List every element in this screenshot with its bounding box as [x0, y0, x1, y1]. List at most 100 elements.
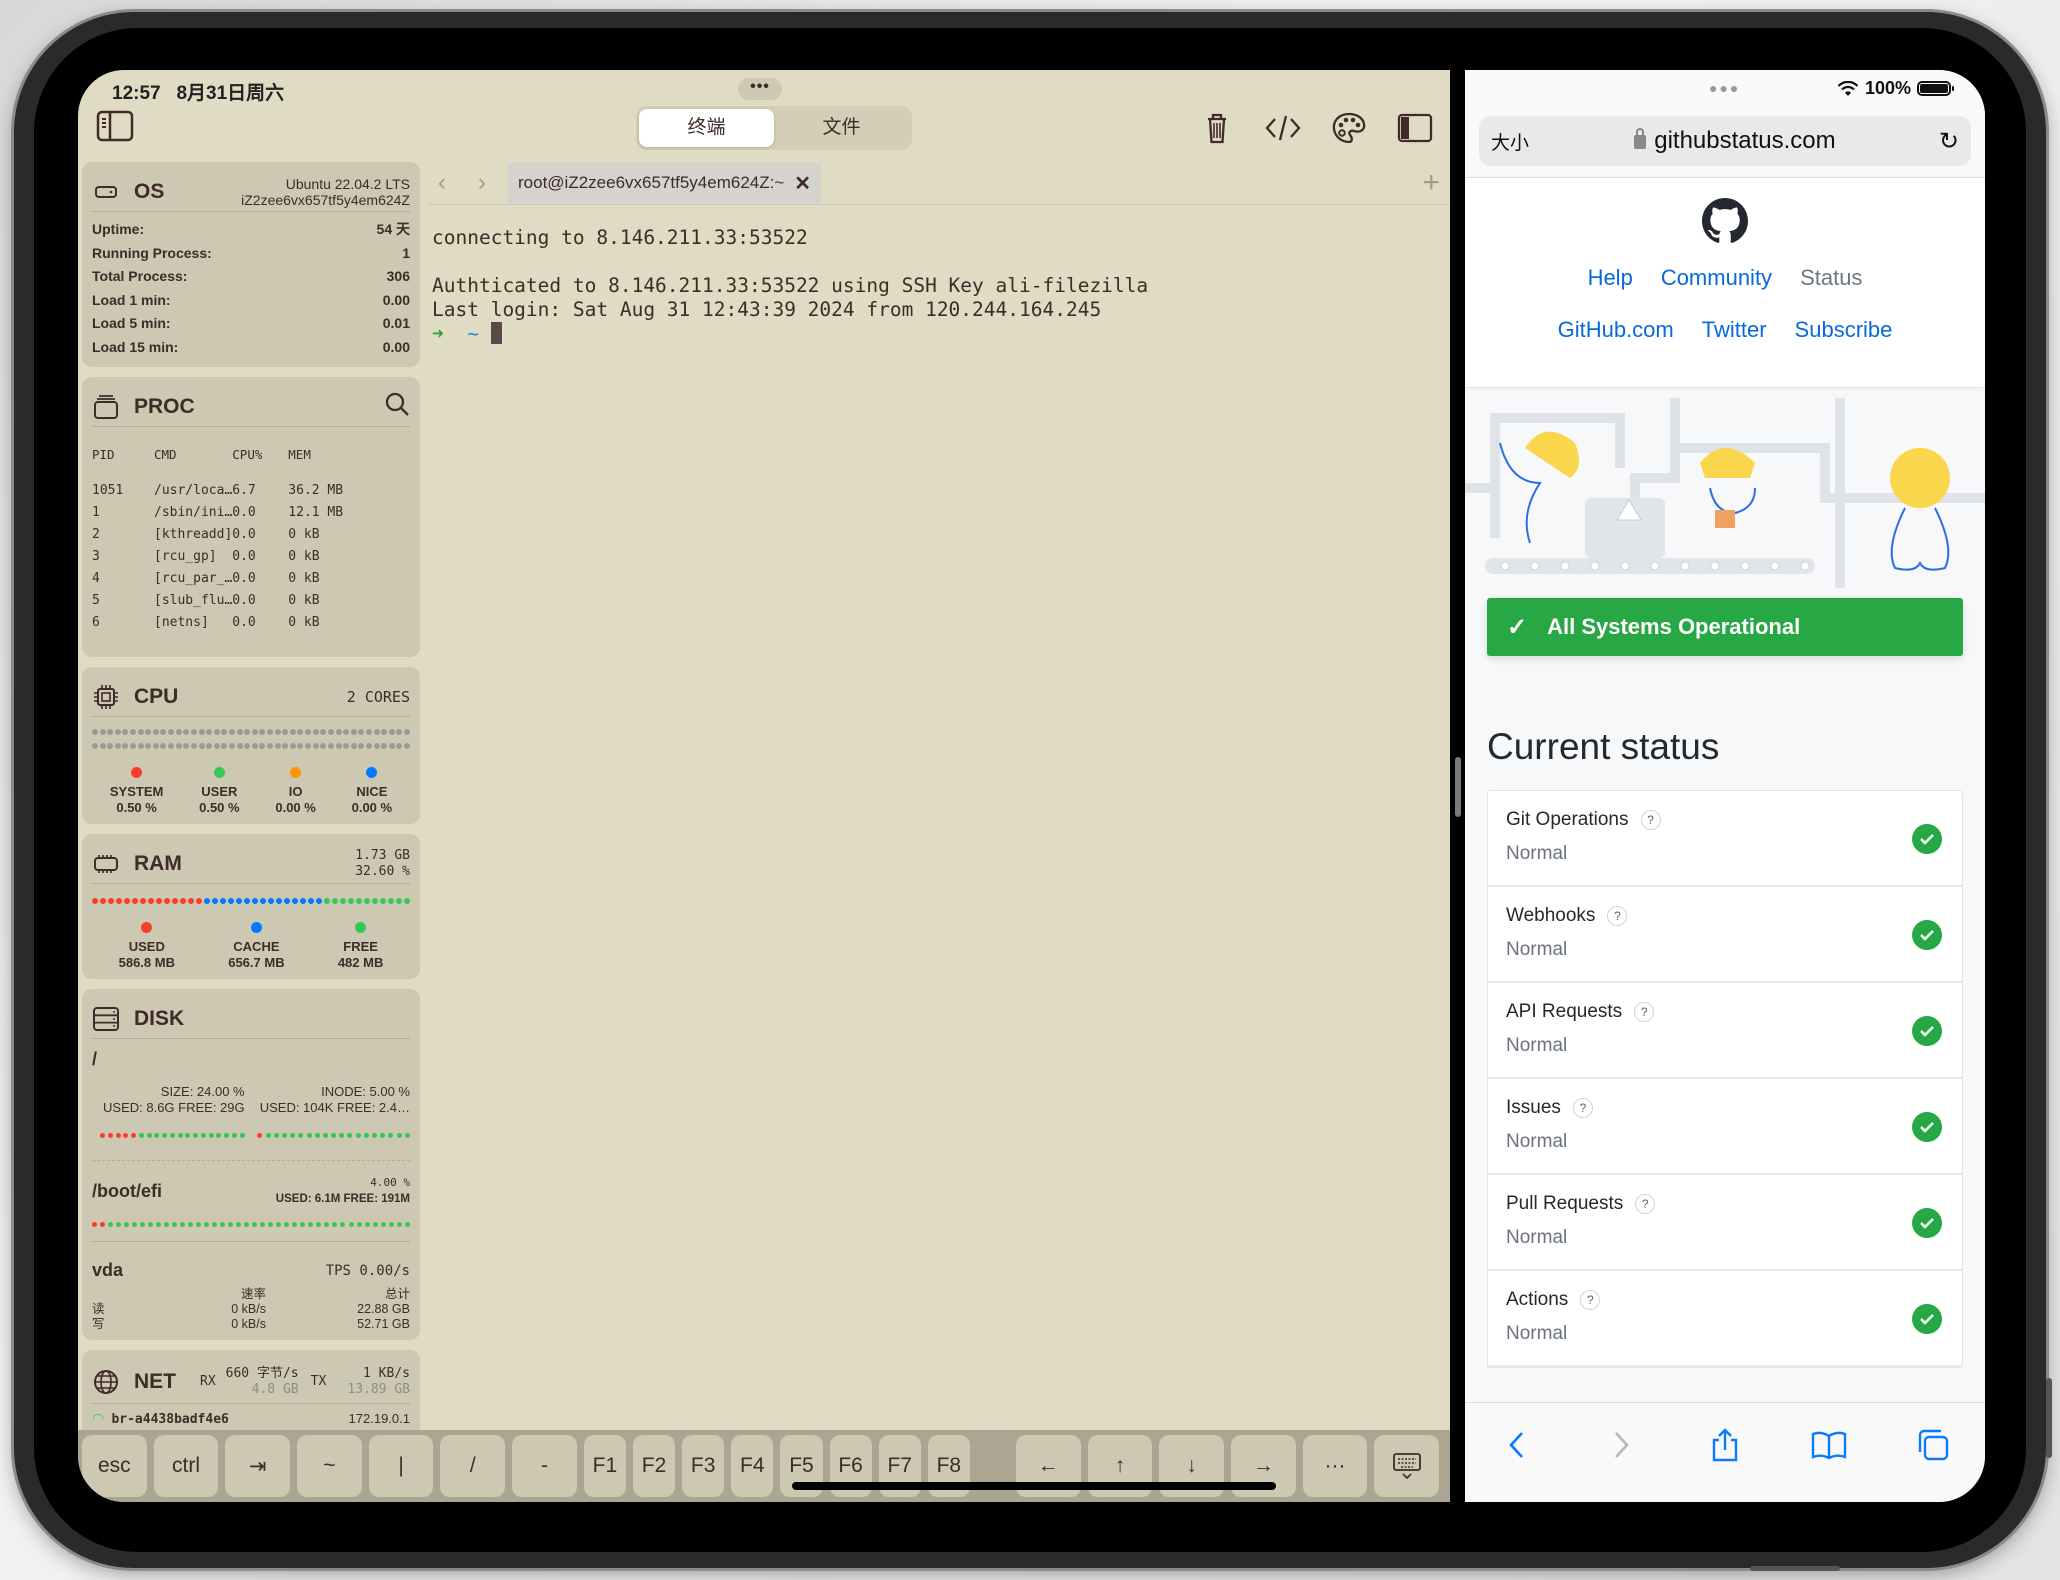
key-button[interactable]: ~ [297, 1435, 362, 1497]
code-icon[interactable] [1264, 110, 1302, 146]
terminal-output[interactable]: connecting to 8.146.211.33:53522 Authtica… [428, 204, 1450, 368]
bar-dot [164, 1221, 170, 1227]
keyboard-dismiss-icon[interactable] [1374, 1435, 1440, 1497]
key-button[interactable]: esc [82, 1435, 147, 1497]
proc-column-header[interactable]: CPU% [232, 433, 288, 480]
root-inode-bar [257, 1128, 410, 1142]
bar-dot [206, 743, 213, 749]
components-list: Git Operations? Normal Webhooks? Normal API … [1487, 790, 1963, 1368]
github-logo-icon[interactable] [1702, 198, 1748, 248]
storage-icon [92, 1005, 120, 1033]
proc-column-header[interactable]: PID [92, 433, 154, 480]
bar-dot [365, 729, 372, 735]
legend-value: 0.50 % [199, 800, 240, 815]
read-rate: 0 kB/s [231, 1302, 266, 1316]
bar-dot [123, 1132, 129, 1138]
nav-link-subscribe[interactable]: Subscribe [1795, 317, 1893, 343]
bar-dot [327, 743, 334, 749]
process-row[interactable]: 1/sbin/ini… 0.0 12.1 MB [92, 502, 410, 524]
process-row[interactable]: 3 [rcu_gp] 0.0 0 kB [92, 546, 410, 568]
address-bar[interactable]: 大小 githubstatus.com ↻ [1479, 116, 1971, 166]
help-tooltip-icon[interactable]: ? [1580, 1290, 1601, 1310]
segment-terminal[interactable]: 终端 [639, 109, 774, 147]
bar-dot [343, 743, 350, 749]
process-row[interactable]: 4 [rcu_par_… 0.0 0 kB [92, 568, 410, 590]
process-table: PID CMD CPU% MEM 1051/usr/loca… 6.7 36.2 MB 1/… [92, 433, 410, 634]
home-indicator[interactable] [792, 1482, 1276, 1490]
bar-dot [259, 743, 266, 749]
reload-icon[interactable]: ↻ [1939, 127, 1959, 156]
help-tooltip-icon[interactable]: ? [1634, 1002, 1655, 1022]
close-tab-icon[interactable]: ✕ [794, 171, 811, 196]
bar-dot [380, 898, 386, 904]
nav-link-community[interactable]: Community [1661, 265, 1772, 291]
segment-files[interactable]: 文件 [774, 109, 909, 147]
tab-back-icon[interactable]: ‹ [438, 169, 468, 197]
write-rate: 0 kB/s [231, 1317, 266, 1331]
bar-dot [381, 729, 388, 735]
os-distro: Ubuntu 22.04.2 LTS [285, 175, 410, 192]
os-stat-value: 1 [402, 244, 410, 261]
sidebar-toggle-icon[interactable] [96, 110, 134, 144]
key-f2[interactable]: F2 [632, 1435, 676, 1497]
key-button[interactable]: ··· [1302, 1435, 1368, 1497]
key-f1[interactable]: F1 [583, 1435, 626, 1497]
process-row[interactable]: 1051/usr/loca… 6.7 36.2 MB [92, 480, 410, 502]
key-button[interactable]: / [440, 1435, 506, 1497]
legend-item: IO 0.00 % [275, 767, 316, 816]
cpu-card: CPU 2 CORES SYSTEM 0.50 % USER 0.50 % IO 0.00… [82, 667, 420, 824]
help-tooltip-icon[interactable]: ? [1640, 810, 1661, 830]
legend-item: USED 586.8 MB [119, 922, 175, 971]
bar-dot [224, 1132, 229, 1138]
key-f3[interactable]: F3 [682, 1435, 725, 1497]
trash-icon[interactable] [1198, 110, 1236, 146]
process-row[interactable]: 2 [kthreadd] 0.0 0 kB [92, 524, 410, 546]
process-row[interactable]: 6 [netns] 0.0 0 kB [92, 612, 410, 634]
key-button[interactable]: ctrl [153, 1435, 219, 1497]
help-tooltip-icon[interactable]: ? [1607, 906, 1628, 926]
add-tab-icon[interactable]: + [1422, 166, 1440, 200]
nav-link-twitter[interactable]: Twitter [1702, 317, 1767, 343]
multitasking-menu[interactable]: ●●● [1709, 80, 1740, 96]
bar-dot [252, 1221, 258, 1227]
nav-link-help[interactable]: Help [1588, 265, 1633, 291]
bar-dot [350, 729, 357, 735]
banner-text: All Systems Operational [1547, 614, 1801, 639]
terminal-pane: ‹ › root@iZ2zee6vx657tf5y4em624Z:~ ✕ + c… [428, 162, 1450, 1432]
nav-link-status[interactable]: Status [1800, 265, 1862, 291]
bar-dot [312, 743, 319, 749]
multitasking-menu[interactable]: ••• [738, 78, 782, 100]
legend-dot [141, 922, 153, 933]
nav-link-githubcom[interactable]: GitHub.com [1558, 317, 1674, 343]
bar-dot [180, 898, 186, 904]
key-button[interactable]: - [512, 1435, 577, 1497]
bar-dot [132, 898, 138, 904]
process-cell: 0.0 [232, 505, 256, 520]
col-total: 总计 [384, 1287, 410, 1301]
volume-button [2046, 1378, 2052, 1458]
tabs-icon[interactable] [1913, 1425, 1953, 1465]
process-row[interactable]: 5 [slub_flu… 0.0 0 kB [92, 590, 410, 612]
share-icon[interactable] [1705, 1425, 1745, 1465]
split-view-divider[interactable] [1455, 757, 1461, 817]
component-name: Actions [1506, 1289, 1569, 1310]
forward-icon[interactable] [1601, 1425, 1641, 1465]
session-tab[interactable]: root@iZ2zee6vx657tf5y4em624Z:~ ✕ [508, 162, 822, 204]
back-icon[interactable] [1497, 1425, 1537, 1465]
help-tooltip-icon[interactable]: ? [1635, 1194, 1656, 1214]
bar-dot [92, 898, 98, 904]
bar-dot [228, 729, 235, 735]
proc-column-header[interactable]: MEM [288, 433, 410, 480]
tab-forward-icon[interactable]: › [478, 169, 508, 197]
inspector-toggle-icon[interactable] [1396, 110, 1434, 146]
os-stat-row: Total Process: 306 [92, 265, 410, 289]
palette-icon[interactable] [1330, 110, 1368, 146]
key-f4[interactable]: F4 [731, 1435, 774, 1497]
proc-column-header[interactable]: CMD [154, 433, 232, 480]
key-button[interactable]: ⇥ [225, 1435, 291, 1497]
key-button[interactable]: | [368, 1435, 434, 1497]
bookmarks-icon[interactable] [1809, 1425, 1849, 1465]
search-icon[interactable] [384, 391, 410, 422]
help-tooltip-icon[interactable]: ? [1572, 1098, 1593, 1118]
process-cell: 4 [92, 571, 100, 586]
